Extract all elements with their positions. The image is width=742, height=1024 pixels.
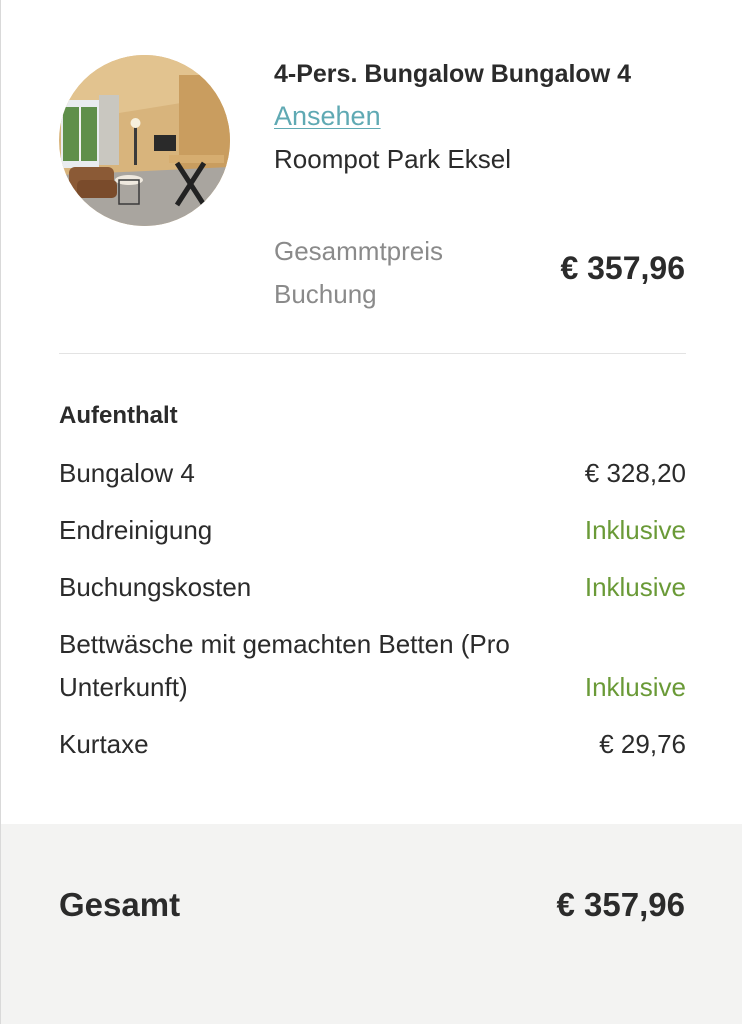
line-item: Bungalow 4 € 328,20	[59, 452, 686, 495]
line-item-label: Kurtaxe	[59, 729, 149, 759]
booking-total-label: Gesammtpreis Buchung	[274, 230, 443, 316]
line-item-value: Inklusive	[584, 515, 686, 545]
section-divider	[59, 353, 686, 354]
line-item-value: € 328,20	[584, 458, 686, 488]
total-footer: Gesamt € 357,96	[1, 824, 742, 1024]
booking-total-label-line1: Gesammtpreis	[274, 236, 444, 266]
property-photo	[59, 55, 230, 226]
property-title: 4-Pers. Bungalow Bungalow 4	[274, 60, 631, 88]
booking-total-price: € 357,96	[560, 250, 685, 286]
view-property-link[interactable]: Ansehen	[274, 101, 381, 132]
line-item: Kurtaxe € 29,76	[59, 723, 686, 766]
booking-total-label-line2: Buchung	[274, 279, 377, 309]
total-price: € 357,96	[556, 886, 685, 923]
stay-section-title: Aufenthalt	[59, 402, 178, 429]
line-item-label: Buchungskosten	[59, 572, 252, 602]
line-item-label: Bungalow 4	[59, 458, 195, 488]
total-label: Gesamt	[59, 886, 181, 923]
line-item-value: € 29,76	[599, 729, 686, 759]
line-item: Endreinigung Inklusive	[59, 509, 686, 552]
line-item-value: Inklusive	[584, 572, 686, 602]
line-item-label: Bettwäsche mit gemachten Betten (Pro Unt…	[59, 629, 510, 702]
line-item: Buchungskosten Inklusive	[59, 566, 686, 609]
bungalow-interior-image	[59, 55, 230, 226]
park-name: Roompot Park Eksel	[274, 144, 511, 174]
booking-summary: 4-Pers. Bungalow Bungalow 4 Ansehen Room…	[0, 0, 742, 1024]
property-header: 4-Pers. Bungalow Bungalow 4 Ansehen Room…	[1, 0, 742, 354]
line-item-label: Endreinigung	[59, 515, 213, 545]
line-item-value: Inklusive	[584, 672, 686, 702]
line-item: Bettwäsche mit gemachten Betten (Pro Unt…	[59, 623, 686, 709]
